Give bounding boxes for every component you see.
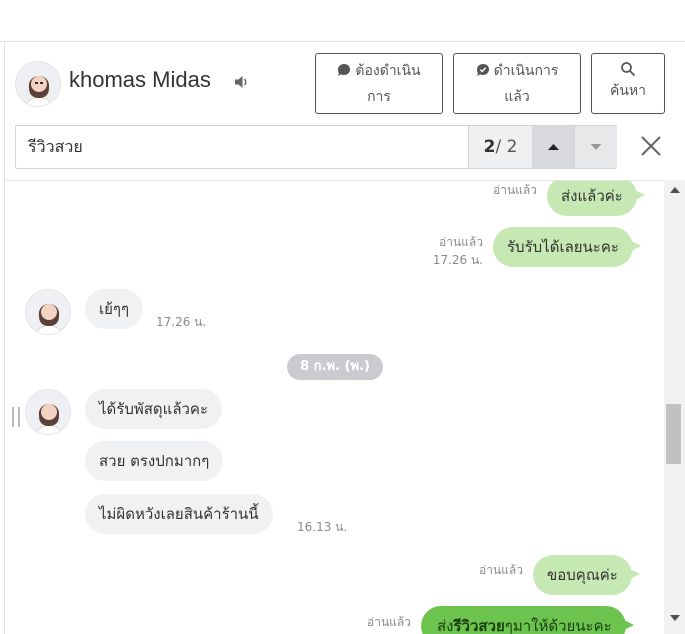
message-search-input[interactable]	[16, 126, 468, 168]
message-time: 17.26 น.	[156, 315, 207, 329]
message-bubble-incoming[interactable]: สวย ตรงปกมากๆ	[85, 441, 224, 481]
previous-result-button[interactable]	[532, 126, 575, 168]
drag-handle[interactable]	[12, 407, 20, 427]
message-bubble-outgoing[interactable]: ขอบคุณค่ะ	[533, 555, 640, 595]
close-icon[interactable]	[640, 135, 662, 157]
message-list: อ่านแล้ว ส่งแล้วค่ะ อ่านแล้ว 17.26 น. รั…	[5, 180, 663, 634]
message-text: ไม่ผิดหวังเลยสินค้าร้านนี้	[99, 505, 259, 523]
speaker-icon[interactable]	[234, 74, 250, 93]
next-result-button[interactable]	[575, 126, 617, 168]
message-time: 17.26 น.	[432, 253, 483, 267]
sender-avatar[interactable]	[25, 389, 71, 435]
message-bubble-incoming[interactable]: ได้รับพัสดุแล้วคะ	[85, 389, 223, 429]
message-text: รับรับได้เลยนะคะ	[507, 238, 619, 256]
message-bubble-incoming[interactable]: ไม่ผิดหวังเลยสินค้าร้านนี้	[85, 494, 273, 534]
caret-up-icon	[548, 144, 559, 150]
done-label-line2: แล้ว	[504, 89, 530, 105]
check-bubble-icon	[476, 61, 490, 85]
sender-avatar[interactable]	[25, 289, 71, 335]
contact-name: khomas Midas	[69, 67, 211, 92]
message-bubble-search-match[interactable]: ส่งรีวิวสวยๆมาให้ด้วยนะคะ	[421, 606, 634, 634]
avatar-image	[26, 390, 70, 434]
message-search-bar: 2/ 2	[15, 125, 617, 169]
scroll-up-arrow[interactable]	[670, 187, 680, 193]
read-receipt: อ่านแล้ว	[367, 615, 411, 629]
message-text: ได้รับพัสดุแล้วคะ	[99, 400, 209, 418]
scroll-down-arrow[interactable]	[670, 615, 680, 621]
message-text-before: ส่ง	[437, 617, 454, 634]
contact-avatar[interactable]	[15, 61, 61, 107]
message-text: เย้ๆๆ	[99, 300, 130, 318]
message-text-after: ๆมาให้ด้วยนะคะ	[504, 617, 612, 634]
read-receipt: อ่านแล้ว	[493, 183, 537, 197]
chat-bubble-icon	[337, 61, 351, 85]
message-text: สวย ตรงปกมากๆ	[99, 452, 210, 470]
caret-down-icon	[590, 144, 602, 150]
search-button-label: ค้นหา	[609, 83, 647, 99]
search-match-highlight: รีวิวสวย	[453, 617, 505, 634]
message-bubble-incoming[interactable]: เย้ๆๆ	[85, 289, 144, 329]
message-time: 16.13 น.	[297, 520, 348, 534]
done-button[interactable]: ดำเนินการ แล้ว	[453, 53, 581, 114]
search-total-count: / 2	[495, 137, 518, 157]
avatar-image	[16, 62, 60, 106]
message-text: ขอบคุณค่ะ	[547, 566, 618, 584]
message-text: ส่งแล้วค่ะ	[561, 187, 623, 205]
message-bubble-outgoing[interactable]: รับรับได้เลยนะคะ	[493, 227, 641, 267]
todo-label-line2: การ	[367, 89, 391, 105]
chat-header: khomas Midas ต้องดำเนิน การ ดำเนินการ แล…	[5, 43, 685, 123]
scroll-thumb[interactable]	[666, 404, 681, 464]
message-bubble-outgoing[interactable]: ส่งแล้วค่ะ	[547, 181, 645, 216]
read-receipt: อ่านแล้ว	[479, 563, 523, 577]
top-bar	[0, 0, 685, 42]
date-divider: 8 ก.พ. (พ.)	[287, 354, 383, 380]
todo-label-line1: ต้องดำเนิน	[355, 63, 421, 79]
search-current-index: 2	[483, 137, 496, 157]
search-result-counter: 2/ 2	[468, 126, 532, 168]
done-label-line1: ดำเนินการ	[493, 63, 559, 79]
search-icon	[592, 61, 664, 79]
avatar-image	[26, 290, 70, 334]
todo-button[interactable]: ต้องดำเนิน การ	[315, 53, 443, 114]
search-button[interactable]: ค้นหา	[591, 53, 665, 114]
chat-scrollbar[interactable]	[664, 180, 685, 634]
read-receipt: อ่านแล้ว	[439, 235, 483, 249]
